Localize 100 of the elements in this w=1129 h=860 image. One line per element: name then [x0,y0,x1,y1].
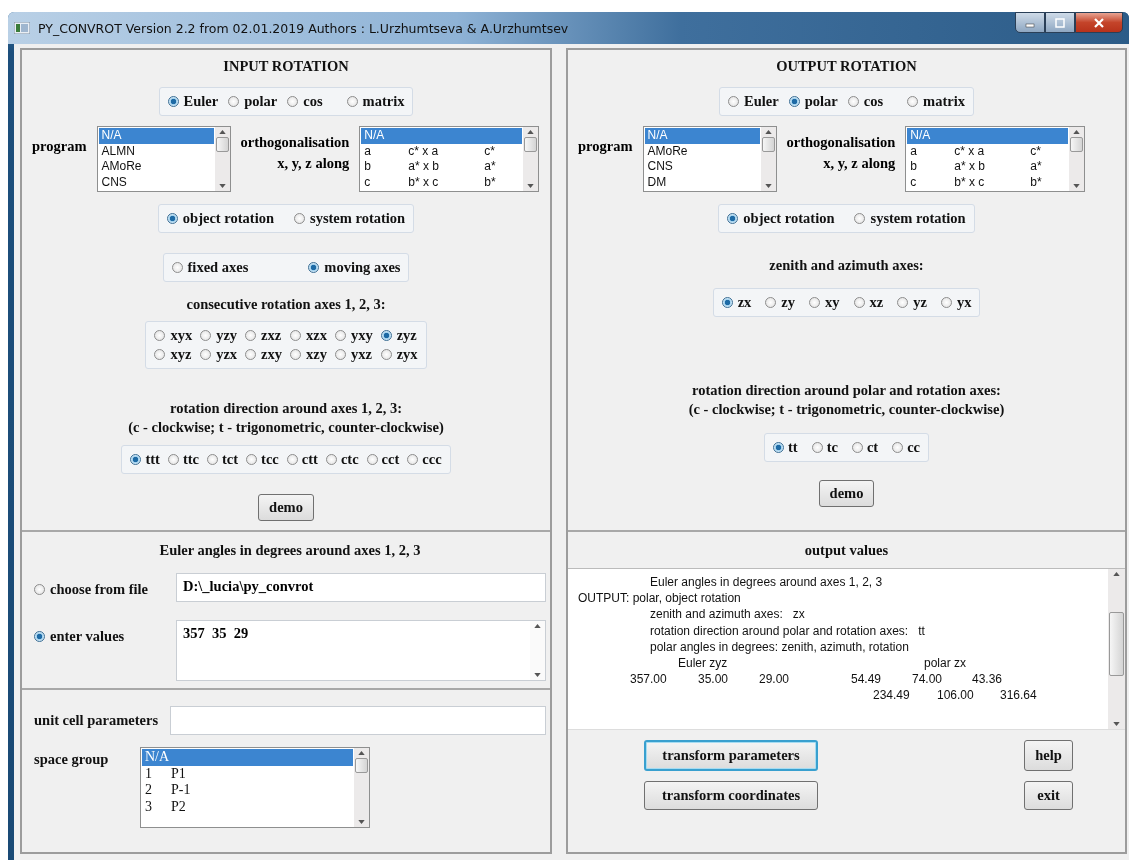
radio-label[interactable]: polar [244,93,278,110]
radio-label[interactable]: system rotation [310,210,406,227]
close-button[interactable] [1075,12,1123,33]
radio-button[interactable] [892,442,904,453]
scroll-down-icon[interactable] [764,184,772,188]
list-item[interactable]: b a* x b a* [361,159,523,175]
scrollbar[interactable] [214,127,230,191]
radio-label[interactable]: cct [381,451,400,468]
radio-label[interactable]: xyx [170,327,193,344]
radio-label[interactable]: ccc [422,451,442,468]
action-button[interactable]: exit [1024,781,1073,810]
demo-button[interactable]: demo [818,480,875,507]
scroll-down-icon[interactable] [218,184,226,188]
radio-button[interactable] [728,96,740,107]
list-item[interactable]: ALMN [98,143,214,159]
scroll-thumb[interactable] [524,137,538,152]
list-item[interactable]: N/A [142,749,353,766]
radio-label[interactable]: ttc [182,451,199,468]
action-button[interactable]: transform coordinates [644,781,818,810]
scroll-thumb[interactable] [1070,137,1084,152]
radio-label[interactable]: zyx [396,346,418,363]
radio-label[interactable]: xy [825,294,840,311]
radio-button[interactable] [346,96,358,107]
radio-button[interactable] [154,349,166,360]
radio-label[interactable]: xyz [170,346,192,363]
radio-label[interactable]: xzy [306,346,327,363]
radio-button[interactable] [200,330,212,341]
radio-button[interactable] [721,297,733,308]
radio-label[interactable]: choose from file [50,581,148,598]
scroll-down-icon[interactable] [1113,722,1120,726]
radio-label[interactable]: Euler [744,93,779,110]
list-item[interactable]: AMoRe [644,143,760,159]
scroll-thumb[interactable] [1109,612,1124,676]
list-item[interactable]: N/A [907,128,1069,144]
list-item[interactable]: a c* x a c* [907,143,1069,159]
list-item[interactable]: c b* x c b* [361,174,523,190]
radio-button[interactable] [851,442,863,453]
radio-label[interactable]: zx [737,294,752,311]
scroll-down-icon[interactable] [358,820,365,824]
scroll-up-icon[interactable] [1073,130,1081,134]
radio-label[interactable]: moving axes [324,259,401,276]
radio-button[interactable] [286,454,298,465]
radio-button[interactable] [854,213,866,224]
radio-button[interactable] [847,96,859,107]
list-item[interactable]: b a* x b a* [907,159,1069,175]
radio-label[interactable]: ctc [340,451,359,468]
radio-button[interactable] [407,454,419,465]
radio-label[interactable]: tct [222,451,239,468]
radio-button[interactable] [167,454,179,465]
radio-button[interactable] [130,454,142,465]
list-item[interactable]: N/A [644,128,760,144]
radio-button[interactable] [334,349,346,360]
radio-button[interactable] [167,96,179,107]
scroll-up-icon[interactable] [218,130,226,134]
radio-button[interactable] [380,330,392,341]
radio-label[interactable]: matrix [362,93,405,110]
radio-button[interactable] [907,96,919,107]
list-item[interactable]: c b* x c b* [907,174,1069,190]
scroll-down-icon[interactable] [527,184,535,188]
scroll-thumb[interactable] [215,137,229,152]
list-item[interactable]: N/A [98,128,214,144]
scrollbar[interactable] [1108,569,1125,729]
radio-label[interactable]: ctt [301,451,318,468]
radio-button[interactable] [200,349,212,360]
list-item[interactable]: AMoRe [98,159,214,175]
radio-button[interactable] [308,262,320,273]
list-item[interactable]: N/A [361,128,523,144]
scroll-thumb[interactable] [761,137,775,152]
scroll-up-icon[interactable] [764,130,772,134]
radio-button[interactable] [171,262,183,273]
action-button[interactable]: help [1024,740,1073,771]
radio-label[interactable]: Euler [183,93,219,110]
radio-button[interactable] [154,330,166,341]
radio-button[interactable] [290,349,301,360]
list-item[interactable]: 3 P2 [142,798,353,815]
radio-button[interactable] [940,297,952,308]
radio-button[interactable] [245,349,257,360]
radio-button[interactable] [809,297,820,308]
radio-button[interactable] [811,442,823,453]
radio-button[interactable] [246,454,258,465]
radio-label[interactable]: xz [869,294,884,311]
scrollbar[interactable] [760,127,776,191]
list-item[interactable]: 1 P1 [142,765,353,782]
scroll-up-icon[interactable] [534,624,541,628]
radio-label[interactable]: yxz [350,346,372,363]
radio-label[interactable]: tt [787,439,798,456]
scroll-up-icon[interactable] [358,751,365,755]
radio-label[interactable]: xzx [306,327,327,344]
radio-label[interactable]: tc [826,439,838,456]
scroll-down-icon[interactable] [1073,184,1081,188]
radio-label[interactable]: object rotation [182,210,274,227]
radio-label[interactable]: zyz [396,327,417,344]
radio-label[interactable]: yx [956,294,972,311]
radio-button[interactable] [380,349,392,360]
scrollbar[interactable] [1069,127,1085,191]
radio-label[interactable]: zxy [261,346,282,363]
radio-button[interactable] [245,330,257,341]
radio-button[interactable] [166,213,178,224]
radio-label[interactable]: object rotation [743,210,835,227]
radio-button[interactable] [853,297,865,308]
